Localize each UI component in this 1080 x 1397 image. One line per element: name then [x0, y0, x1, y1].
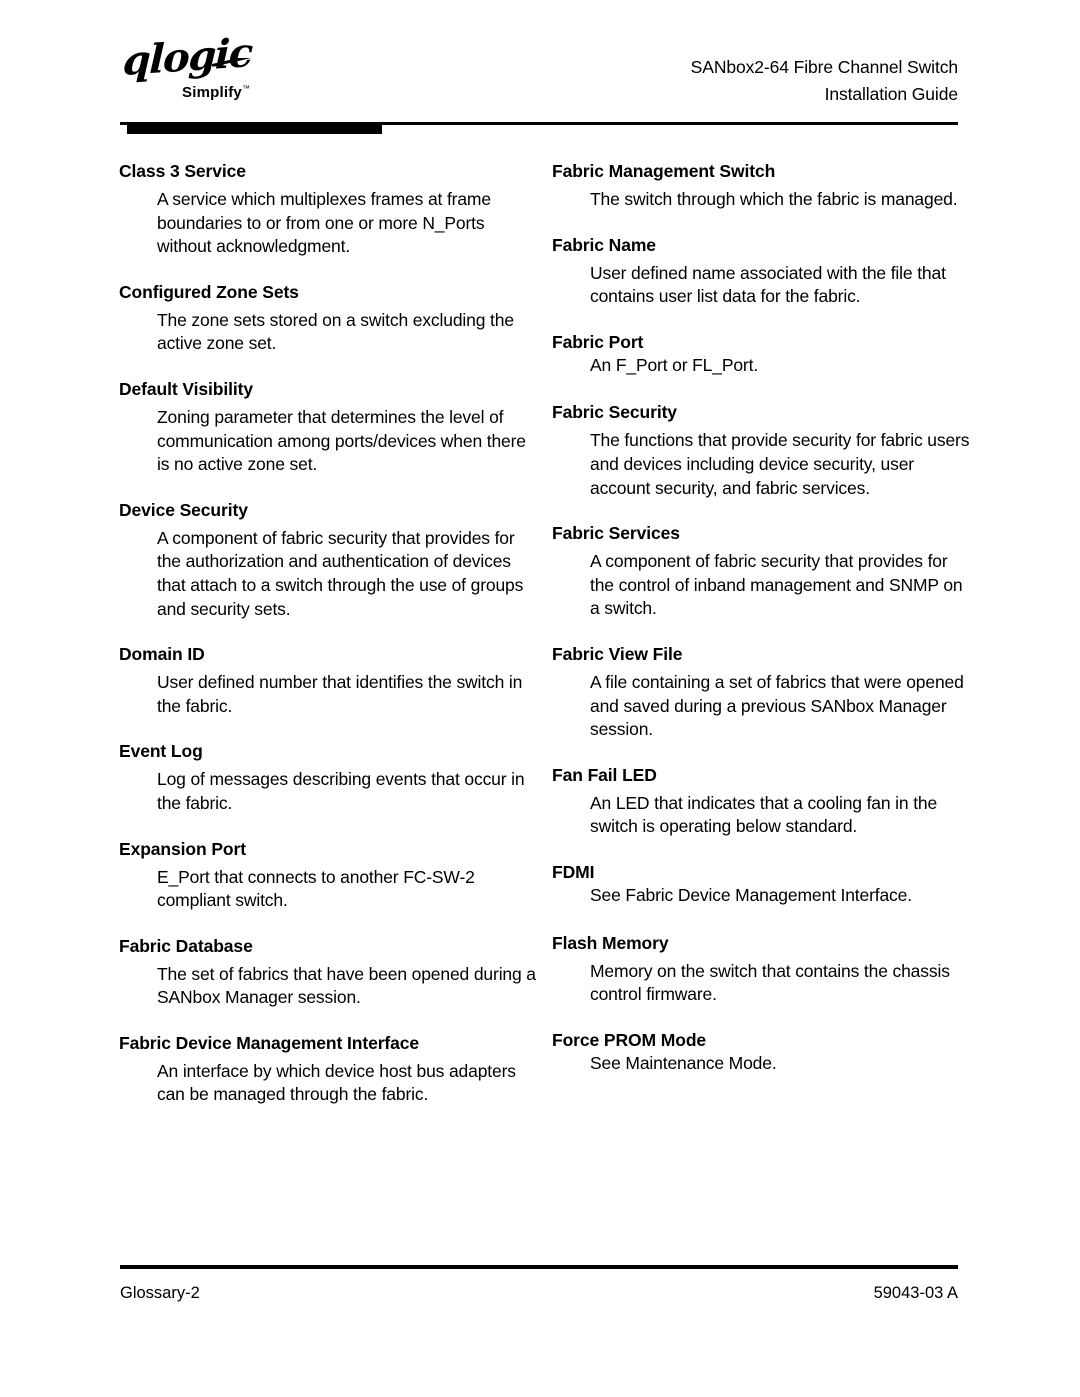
glossary-term: Fabric Services: [552, 523, 680, 544]
glossary-definition: E_Port that connects to another FC-SW-2 …: [157, 866, 475, 911]
glossary-entry: Configured Zone Sets The zone sets stored…: [119, 281, 539, 356]
glossary-term: Flash Memory: [552, 932, 669, 953]
glossary-entry: Default Visibility Zoning parameter that …: [119, 378, 539, 477]
glossary-definition: See Maintenance Mode.: [590, 1052, 777, 1073]
glossary-term: Fabric Device Management Interface: [119, 1032, 420, 1053]
glossary-definition: A component of fabric security that prov…: [590, 551, 963, 619]
glossary-term: Fabric Port: [552, 331, 644, 352]
glossary-column-right: Fabric Management Switch The switch throu…: [552, 160, 972, 1075]
glossary-entry: Fabric Device Management Interface An int…: [119, 1032, 539, 1107]
glossary-entry: Fabric Security The functions that provid…: [552, 401, 972, 500]
glossary-entry: Domain ID User defined number that identi…: [119, 643, 539, 718]
glossary-definition: A service which multiplexes frames at fr…: [157, 189, 491, 257]
glossary-entry: Class 3 Service A service which multiplex…: [119, 160, 539, 259]
glossary-entry: Fabric View File A file containing a set …: [552, 643, 972, 742]
logo-swoosh-icon: [212, 58, 286, 74]
header-accent-bar: [127, 123, 382, 134]
header-title-block: SANbox2-64 Fibre Channel Switch Installa…: [691, 54, 958, 108]
glossary-term: Fan Fail LED: [552, 764, 657, 785]
glossary-term: FDMI: [552, 861, 595, 882]
logo-trademark-icon: ™: [241, 84, 251, 93]
glossary-definition: A file containing a set of fabrics that …: [590, 671, 964, 740]
glossary-definition: An F_Port or FL_Port.: [590, 354, 759, 375]
glossary-definition: A component of fabric security that prov…: [157, 527, 524, 619]
qlogic-logo: qlogic Simplify™: [120, 29, 310, 116]
glossary-definition: User defined name associated with the fi…: [590, 262, 946, 307]
glossary-term: Class 3 Service: [119, 161, 246, 181]
footer-page-label: Glossary-2: [120, 1284, 200, 1302]
glossary-term: Fabric View File: [552, 643, 683, 664]
glossary-definition: Log of messages describing events that o…: [157, 769, 525, 813]
glossary-term: Configured Zone Sets: [119, 281, 299, 302]
glossary-term: Fabric Name: [552, 234, 656, 255]
glossary-term: Force PROM Mode: [552, 1029, 707, 1050]
glossary-entry: Fabric Management Switch The switch throu…: [552, 160, 972, 212]
glossary-entry: Fan Fail LED An LED that indicates that a…: [552, 764, 972, 839]
glossary-definition: Memory on the switch that contains the c…: [590, 960, 950, 1005]
glossary-entry: Expansion Port E_Port that connects to an…: [119, 838, 539, 913]
glossary-entry: FDMI See Fabric Device Management Interfa…: [552, 861, 972, 908]
glossary-term: Domain ID: [119, 644, 205, 665]
glossary-definition: The switch through which the fabric is m…: [590, 189, 958, 209]
glossary-page: qlogic Simplify™ SANbox2-64 Fibre Channe…: [0, 0, 1080, 1397]
glossary-term: Fabric Database: [119, 935, 253, 956]
header-document-title: Installation Guide: [824, 84, 959, 104]
glossary-term: Default Visibility: [119, 378, 254, 399]
glossary-entry: Fabric Database The set of fabrics that h…: [119, 935, 539, 1010]
glossary-entry: Fabric Port An F_Port or FL_Port.: [552, 331, 972, 378]
glossary-entry: Fabric Services A component of fabric sec…: [552, 522, 972, 621]
glossary-term: Expansion Port: [119, 838, 246, 859]
glossary-term: Fabric Security: [552, 402, 677, 423]
glossary-definition: User defined number that identifies the …: [157, 672, 523, 716]
glossary-definition: The functions that provide security for …: [590, 430, 970, 498]
glossary-term: Fabric Management Switch: [552, 161, 776, 181]
footer-document-number: 59043-03 A: [873, 1284, 958, 1302]
glossary-term: Device Security: [119, 499, 248, 520]
glossary-definition: An LED that indicates that a cooling fan…: [590, 792, 938, 837]
glossary-term: Event Log: [119, 741, 203, 762]
logo-tagline-text: Simplify: [182, 84, 242, 101]
header-product-title: SANbox2-64 Fibre Channel Switch: [690, 57, 958, 77]
glossary-entry: Device Security A component of fabric sec…: [119, 499, 539, 621]
page-footer: Glossary-2 59043-03 A: [120, 1281, 958, 1305]
glossary-definition: The set of fabrics that have been opened…: [157, 963, 536, 1008]
glossary-definition: Zoning parameter that determines the lev…: [157, 406, 526, 475]
footer-rule: [120, 1265, 958, 1269]
logo-tagline: Simplify™: [182, 84, 250, 101]
glossary-definition: The zone sets stored on a switch excludi…: [157, 309, 514, 354]
glossary-definition: An interface by which device host bus ad…: [157, 1060, 516, 1105]
glossary-entry: Event Log Log of messages describing even…: [119, 740, 539, 815]
glossary-entry: Fabric Name User defined name associated …: [552, 234, 972, 309]
glossary-entry: Force PROM Mode See Maintenance Mode.: [552, 1029, 972, 1076]
glossary-column-left: Class 3 Service A service which multiplex…: [119, 160, 539, 1107]
page-header: qlogic Simplify™ SANbox2-64 Fibre Channe…: [120, 29, 958, 116]
glossary-entry: Flash Memory Memory on the switch that co…: [552, 932, 972, 1007]
glossary-definition: See Fabric Device Management Interface.: [590, 884, 912, 905]
